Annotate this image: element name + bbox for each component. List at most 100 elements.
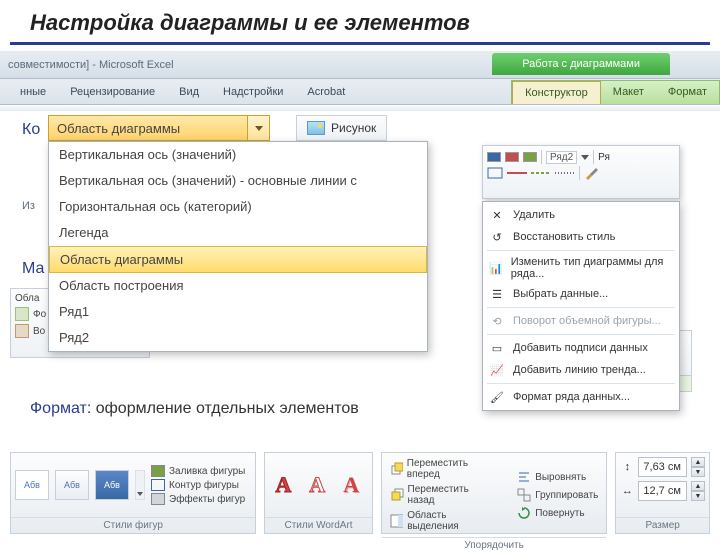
mini-toolbar: Ряд2 Ря [482,145,680,199]
swatch-icon[interactable] [505,152,519,162]
reset-match-icon[interactable] [15,324,29,338]
format-ribbon-row: Абв Абв Абв Заливка фигуры Контур фигуры… [10,452,710,534]
line-dash-icon[interactable] [531,171,551,175]
tab-addins[interactable]: Надстройки [211,81,295,103]
truncated-label-ko: Ко [22,121,40,139]
spin-down[interactable]: ▼ [691,491,705,501]
menu-separator [487,334,675,335]
align-icon [517,470,531,484]
line-dot-icon[interactable] [555,171,575,175]
separator [541,150,542,164]
ribbon-tabs: нные Рецензирование Вид Надстройки Acrob… [0,79,720,105]
chart-element-dropdown[interactable]: Область диаграммы [48,115,270,141]
spin-down[interactable]: ▼ [691,467,705,477]
dropdown-item[interactable]: Ряд2 [49,325,427,351]
shape-outline-button[interactable]: Контур фигуры [151,479,245,491]
height-value[interactable]: 7,63 см [638,457,687,477]
tab-format[interactable]: Формат [656,81,719,104]
align-button[interactable]: Выровнять [513,469,602,485]
swatch-icon[interactable] [523,152,537,162]
tab-view[interactable]: Вид [167,81,211,103]
outline-icon [151,479,165,491]
menu-item-reset-style[interactable]: ↺Восстановить стиль [483,226,679,248]
layout-row-label: Фо [33,309,46,320]
shape-style-2[interactable]: Абв [55,470,89,500]
chart-element-dropdown-button[interactable] [247,116,269,140]
send-backward-icon [390,488,404,502]
series-tag: Ря [598,152,610,163]
menu-item-add-trendline[interactable]: 📈Добавить линию тренда... [483,359,679,381]
tab-layout[interactable]: Макет [601,81,656,104]
tab-acrobat[interactable]: Acrobat [295,81,357,103]
group-button[interactable]: Группировать [513,487,602,503]
shape-styles-label: Стили фигур [11,517,255,533]
format-selection-icon[interactable] [15,307,29,321]
menu-item-add-labels[interactable]: ▭Добавить подписи данных [483,337,679,359]
chevron-down-icon [255,126,263,131]
dropdown-item[interactable]: Горизонтальная ось (категорий) [49,194,427,220]
group-icon [517,488,531,502]
width-value[interactable]: 12,7 см [638,481,687,501]
window-title-suffix: совместимости] - Microsoft Excel [8,59,174,71]
dropdown-item[interactable]: Вертикальная ось (значений) - основные л… [49,168,427,194]
layout-row-label: Обла [15,293,39,304]
chart-element-dropdown-list: Вертикальная ось (значений) Вертикальная… [48,141,428,352]
shape-effects-button[interactable]: Эффекты фигур [151,493,245,505]
dropdown-item-highlighted[interactable]: Область диаграммы [49,246,427,273]
selection-pane-button[interactable]: Область выделения [386,509,501,533]
menu-item-select-data[interactable]: ☰Выбрать данные... [483,283,679,305]
wordart-style-1[interactable]: А [269,472,297,498]
width-icon: ↔ [620,484,634,498]
arrange-label: Упорядочить [382,537,607,553]
shape-style-1[interactable]: Абв [15,470,49,500]
slide-title: Настройка диаграммы и ее элементов [0,0,720,42]
spin-up[interactable]: ▲ [691,481,705,491]
swatch-icon[interactable] [487,152,501,162]
series-label-box[interactable]: Ряд2 [546,151,577,164]
dropdown-item[interactable]: Вертикальная ось (значений) [49,142,427,168]
height-spinner[interactable]: ↕ 7,63 см ▲▼ [620,457,705,477]
tab-review[interactable]: Рецензирование [58,81,167,103]
dropdown-item[interactable]: Легенда [49,220,427,246]
chart-type-icon: 📊 [489,260,503,276]
data-label-icon: ▭ [489,340,505,356]
shape-fill-button[interactable]: Заливка фигуры [151,465,245,477]
chevron-down-icon[interactable] [581,155,589,160]
menu-item-format-series[interactable]: 🖌Формат ряда данных... [483,386,679,408]
line-solid-icon[interactable] [507,171,527,175]
tab-data[interactable]: нные [8,81,58,103]
shape-style-3[interactable]: Абв [95,470,129,500]
menu-item-3d-rotate: ⟲Поворот объемной фигуры... [483,310,679,332]
dropdown-item[interactable]: Область построения [49,273,427,299]
menu-item-change-type[interactable]: 📊Изменить тип диаграммы для ряда... [483,253,679,283]
width-spinner[interactable]: ↔ 12,7 см ▲▼ [620,481,705,501]
shape-styles-panel: Абв Абв Абв Заливка фигуры Контур фигуры… [10,452,256,534]
rotate-button[interactable]: Повернуть [513,505,602,521]
wordart-style-2[interactable]: А [303,472,331,498]
dropdown-item[interactable]: Ряд1 [49,299,427,325]
context-tabs: Конструктор Макет Формат [511,80,720,104]
menu-item-delete[interactable]: ✕Удалить [483,204,679,226]
context-tab-header: Работа с диаграммами [492,53,670,75]
window-titlebar: совместимости] - Microsoft Excel Работа … [0,51,720,79]
gallery-more-icon[interactable] [135,470,145,500]
reset-icon: ↺ [489,229,505,245]
spin-up[interactable]: ▲ [691,457,705,467]
layout-row-label: Во [33,326,45,337]
format-description: Формат: оформление отдельных элементов [30,400,359,418]
trendline-icon: 📈 [489,362,505,378]
tab-constructor[interactable]: Конструктор [512,81,601,104]
picture-button[interactable]: Рисунок [296,115,387,141]
delete-icon: ✕ [489,207,505,223]
fill-icon [151,465,165,477]
selection-pane-icon [390,514,403,528]
iz-label: Из [22,200,35,212]
rotate3d-icon: ⟲ [489,313,505,329]
send-backward-button[interactable]: Переместить назад [386,483,501,507]
wordart-style-3[interactable]: А [337,472,365,498]
brush-icon[interactable] [584,166,598,180]
outline-icon[interactable] [487,167,503,179]
bring-forward-button[interactable]: Переместить вперед [386,457,501,481]
height-icon: ↕ [620,460,634,474]
size-panel: ↕ 7,63 см ▲▼ ↔ 12,7 см ▲▼ Размер [615,452,710,534]
